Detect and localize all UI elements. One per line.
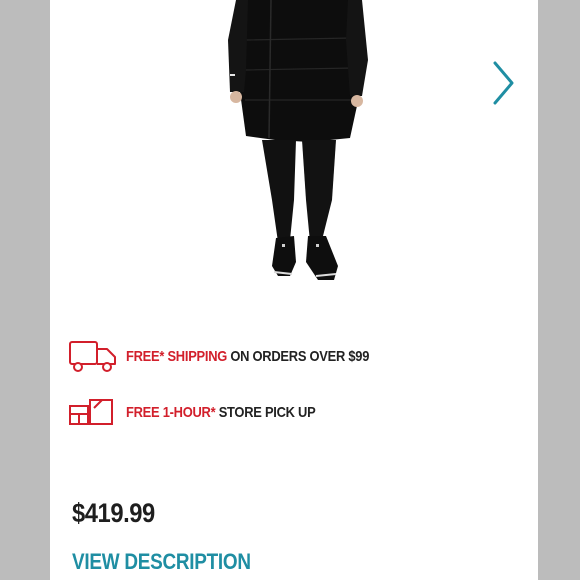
delivery-truck-icon <box>68 338 120 374</box>
shipping-promo-text: FREE* SHIPPING ON ORDERS OVER $99 <box>126 348 369 365</box>
coat-left-sleeve <box>228 0 248 92</box>
view-description-link[interactable]: VIEW DESCRIPTION <box>72 549 251 575</box>
chevron-right-icon[interactable] <box>490 60 518 106</box>
shipping-highlight: FREE* SHIPPING <box>126 347 228 365</box>
product-gallery[interactable] <box>50 0 538 300</box>
product-price: $419.99 <box>72 498 155 528</box>
coat-right-sleeve <box>346 0 368 96</box>
product-panel: FREE* SHIPPING ON ORDERS OVER $99 FREE 1… <box>50 0 538 580</box>
leggings <box>262 140 296 242</box>
pickup-promo-text: FREE 1-HOUR* STORE PICK UP <box>126 403 316 421</box>
shipping-detail: ON ORDERS OVER $99 <box>227 347 370 365</box>
store-pickup-icon <box>68 394 120 430</box>
product-image <box>228 0 368 280</box>
pickup-highlight: FREE 1-HOUR* <box>126 403 216 421</box>
pickup-detail: STORE PICK UP <box>215 403 316 421</box>
free-shipping-promo: FREE* SHIPPING ON ORDERS OVER $99 <box>68 338 409 374</box>
store-pickup-promo: FREE 1-HOUR* STORE PICK UP <box>68 394 346 430</box>
coat-shape <box>238 0 360 142</box>
left-shoe <box>272 236 296 276</box>
